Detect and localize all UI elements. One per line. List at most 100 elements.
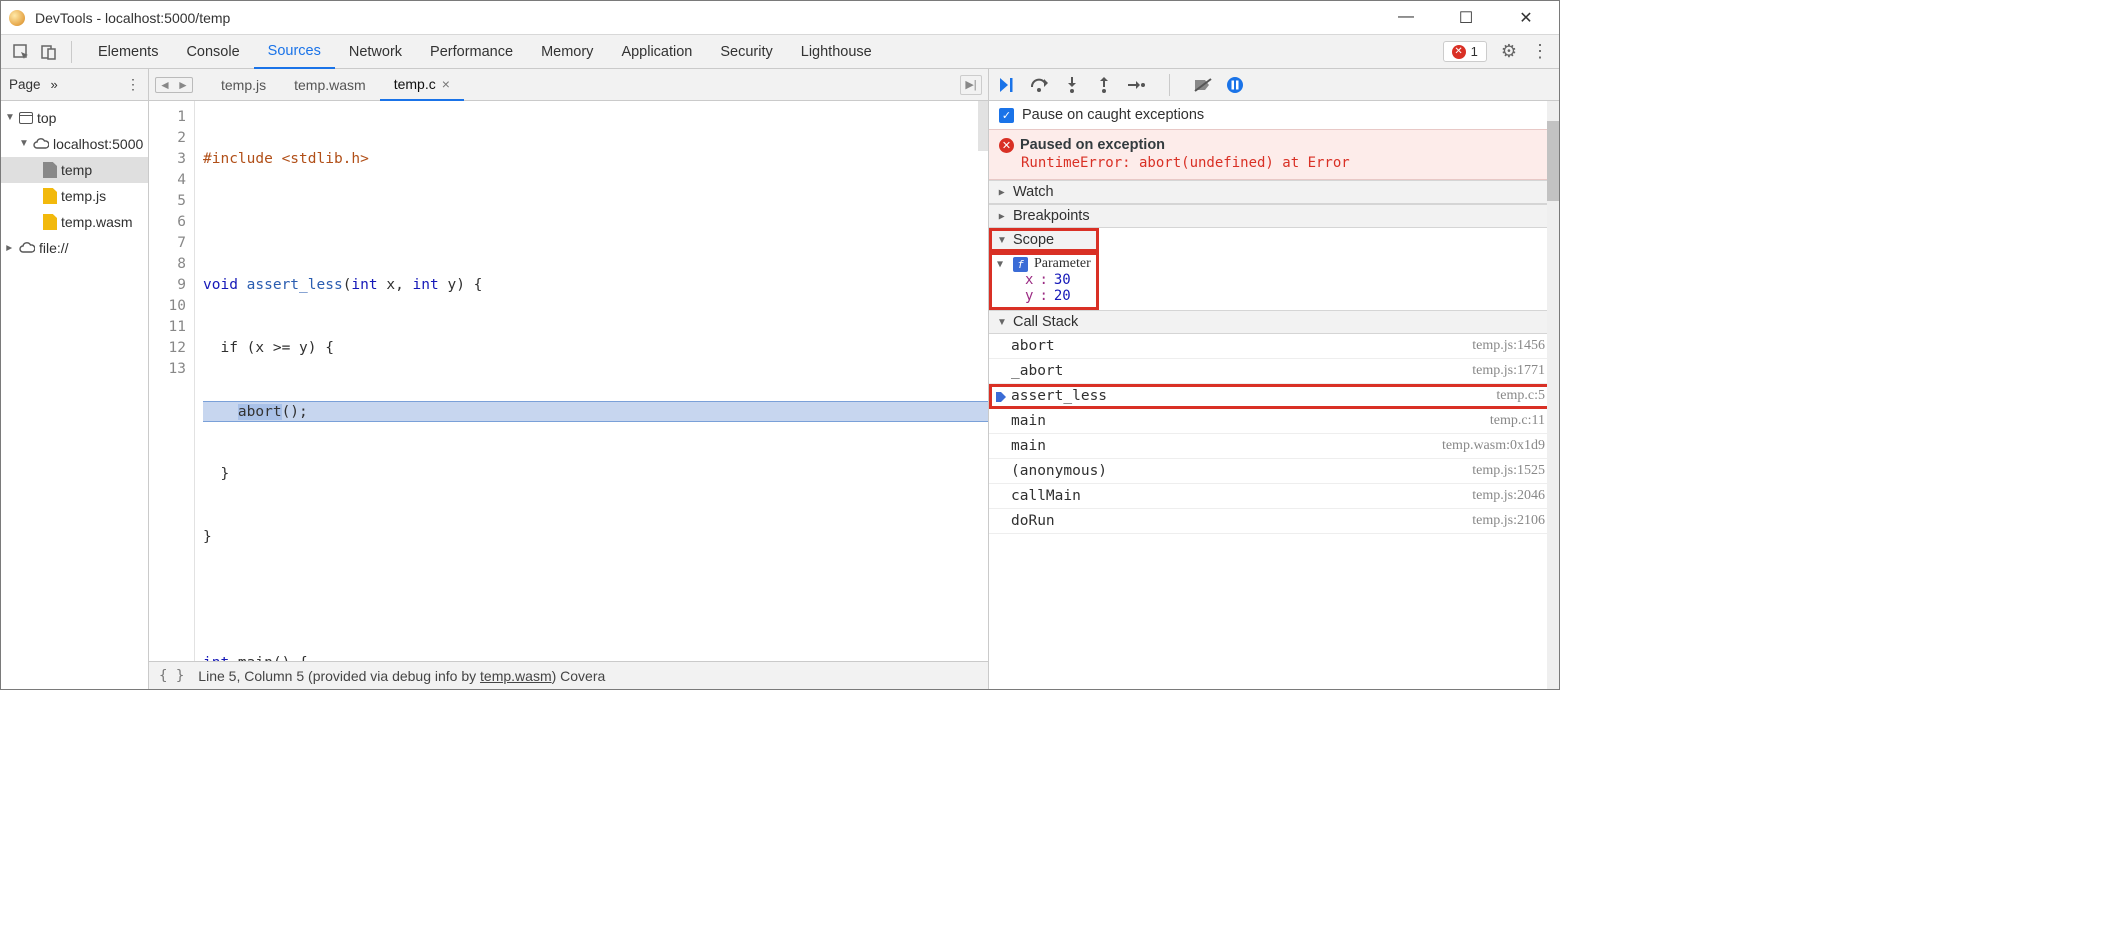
checkbox-checked-icon[interactable]: ✓ (999, 108, 1014, 123)
close-tab-icon[interactable]: × (442, 76, 450, 92)
window-maximize-button[interactable]: ☐ (1451, 8, 1481, 28)
editor-tab-tempwasm[interactable]: temp.wasm (280, 69, 380, 101)
tab-performance[interactable]: Performance (416, 35, 527, 69)
paused-title: Paused on exception (1020, 137, 1165, 153)
editor-tab-tempc[interactable]: temp.c× (380, 69, 464, 101)
nav-back-icon[interactable]: ◄ (156, 78, 174, 92)
wasm-file-icon (43, 214, 57, 230)
tab-sources[interactable]: Sources (254, 35, 335, 69)
tree-row-top[interactable]: ▼ top (1, 105, 148, 131)
error-count: 1 (1471, 44, 1478, 59)
scope-var-y[interactable]: y: 20 (997, 288, 1091, 304)
resume-icon[interactable] (997, 74, 1019, 96)
pause-exceptions-icon[interactable] (1224, 74, 1246, 96)
nav-fwd-icon[interactable]: ► (174, 78, 192, 92)
debugger-body: ✓ Pause on caught exceptions ✕ Paused on … (989, 101, 1559, 689)
tree-label-file-scheme: file:// (39, 237, 69, 259)
pretty-print-icon[interactable]: { } (159, 668, 184, 684)
step-out-icon[interactable] (1093, 74, 1115, 96)
tab-lighthouse[interactable]: Lighthouse (787, 35, 886, 69)
show-function-icon[interactable]: ▶| (960, 75, 982, 95)
editor-tab-tempjs[interactable]: temp.js (207, 69, 280, 101)
pause-caught-exceptions-row[interactable]: ✓ Pause on caught exceptions (989, 101, 1559, 129)
debugger-panel: ✓ Pause on caught exceptions ✕ Paused on … (989, 69, 1559, 689)
callstack-row[interactable]: maintemp.wasm:0x1d9 (989, 434, 1559, 459)
callstack-row[interactable]: aborttemp.js:1456 (989, 334, 1559, 359)
tree-label-origin: localhost:5000 (53, 133, 143, 155)
error-circle-icon: ✕ (999, 138, 1014, 153)
tree-row-file-temp[interactable]: temp (1, 157, 148, 183)
editor-statusbar: { } Line 5, Column 5 (provided via debug… (149, 661, 988, 689)
tree-label-file: temp (61, 159, 92, 181)
code-editor[interactable]: 12345678910111213 #include <stdlib.h> vo… (149, 101, 988, 661)
devtools-toolbar: Elements Console Sources Network Perform… (1, 35, 1559, 69)
app-favicon (9, 10, 25, 26)
error-icon: ✕ (1452, 45, 1466, 59)
window-title: DevTools - localhost:5000/temp (35, 10, 1381, 26)
tree-row-file-tempwasm[interactable]: temp.wasm (1, 209, 148, 235)
line-gutter: 12345678910111213 (149, 101, 195, 661)
navigator-panel: Page » ⋮ ▼ top ▼ localhost:5000 temp tem… (1, 69, 149, 689)
debugger-scrollbar[interactable] (1547, 101, 1559, 689)
current-frame-icon (994, 390, 1008, 404)
cloud-icon (33, 138, 49, 150)
window-icon (19, 112, 33, 124)
scope-var-x[interactable]: x: 30 (997, 272, 1091, 288)
tab-elements[interactable]: Elements (84, 35, 172, 69)
tab-security[interactable]: Security (706, 35, 786, 69)
callstack-row[interactable]: doRuntemp.js:2106 (989, 509, 1559, 534)
section-callstack[interactable]: ▼Call Stack (989, 310, 1559, 334)
file-icon (43, 162, 57, 178)
section-watch[interactable]: ▼Watch (989, 180, 1559, 204)
pause-caught-label: Pause on caught exceptions (1022, 107, 1204, 123)
callstack-row[interactable]: maintemp.c:11 (989, 409, 1559, 434)
section-scope[interactable]: ▼Scope (989, 228, 1099, 252)
tab-memory[interactable]: Memory (527, 35, 607, 69)
deactivate-breakpoints-icon[interactable] (1192, 74, 1214, 96)
tree-row-file-scheme[interactable]: ▼ file:// (1, 235, 148, 261)
tree-row-file-tempjs[interactable]: temp.js (1, 183, 148, 209)
tab-network[interactable]: Network (335, 35, 416, 69)
navigator-menu-icon[interactable]: ⋮ (126, 76, 140, 93)
settings-gear-icon[interactable]: ⚙ (1501, 41, 1517, 62)
navigator-more-tabs-icon[interactable]: » (51, 77, 58, 92)
error-count-badge[interactable]: ✕ 1 (1443, 41, 1487, 62)
step-over-icon[interactable] (1029, 74, 1051, 96)
source-panel: ◄► temp.js temp.wasm temp.c× ▶| 12345678… (149, 69, 989, 689)
window-titlebar: DevTools - localhost:5000/temp — ☐ ✕ (1, 1, 1559, 35)
scope-body: ▼fParameter x: 30 y: 20 (989, 252, 1099, 310)
tab-console[interactable]: Console (172, 35, 253, 69)
device-toolbar-icon[interactable] (39, 42, 59, 62)
status-text: Line 5, Column 5 (provided via debug inf… (198, 668, 605, 684)
tab-application[interactable]: Application (607, 35, 706, 69)
code-content: #include <stdlib.h> void assert_less(int… (195, 101, 988, 661)
callstack-row[interactable]: (anonymous)temp.js:1525 (989, 459, 1559, 484)
callstack-row[interactable]: _aborttemp.js:1771 (989, 359, 1559, 384)
callstack-row[interactable]: callMaintemp.js:2046 (989, 484, 1559, 509)
cloud-icon (19, 242, 35, 254)
navigator-tab-page[interactable]: Page (9, 77, 41, 92)
window-close-button[interactable]: ✕ (1511, 8, 1541, 28)
section-breakpoints[interactable]: ▼Breakpoints (989, 204, 1559, 228)
more-menu-icon[interactable]: ⋮ (1531, 41, 1549, 62)
editor-tabstrip: ◄► temp.js temp.wasm temp.c× ▶| (149, 69, 988, 101)
tree-label-file: temp.wasm (61, 211, 133, 233)
tree-label-file: temp.js (61, 185, 106, 207)
paused-banner: ✕ Paused on exception RuntimeError: abort… (989, 129, 1559, 180)
step-icon[interactable] (1125, 74, 1147, 96)
nav-history-buttons[interactable]: ◄► (155, 77, 193, 93)
paused-message: RuntimeError: abort(undefined) at Error (1021, 155, 1549, 171)
tree-row-origin[interactable]: ▼ localhost:5000 (1, 131, 148, 157)
status-link[interactable]: temp.wasm (480, 668, 552, 684)
scope-group-row[interactable]: ▼fParameter (997, 256, 1091, 272)
function-badge-icon: f (1013, 257, 1028, 272)
window-minimize-button[interactable]: — (1391, 8, 1421, 28)
js-file-icon (43, 188, 57, 204)
tree-label-top: top (37, 107, 56, 129)
debugger-toolbar (989, 69, 1559, 101)
callstack-row-current[interactable]: assert_lesstemp.c:5 (989, 384, 1559, 409)
file-tree: ▼ top ▼ localhost:5000 temp temp.js temp… (1, 101, 148, 261)
step-into-icon[interactable] (1061, 74, 1083, 96)
editor-scrollbar[interactable] (978, 101, 988, 151)
inspect-element-icon[interactable] (11, 42, 31, 62)
